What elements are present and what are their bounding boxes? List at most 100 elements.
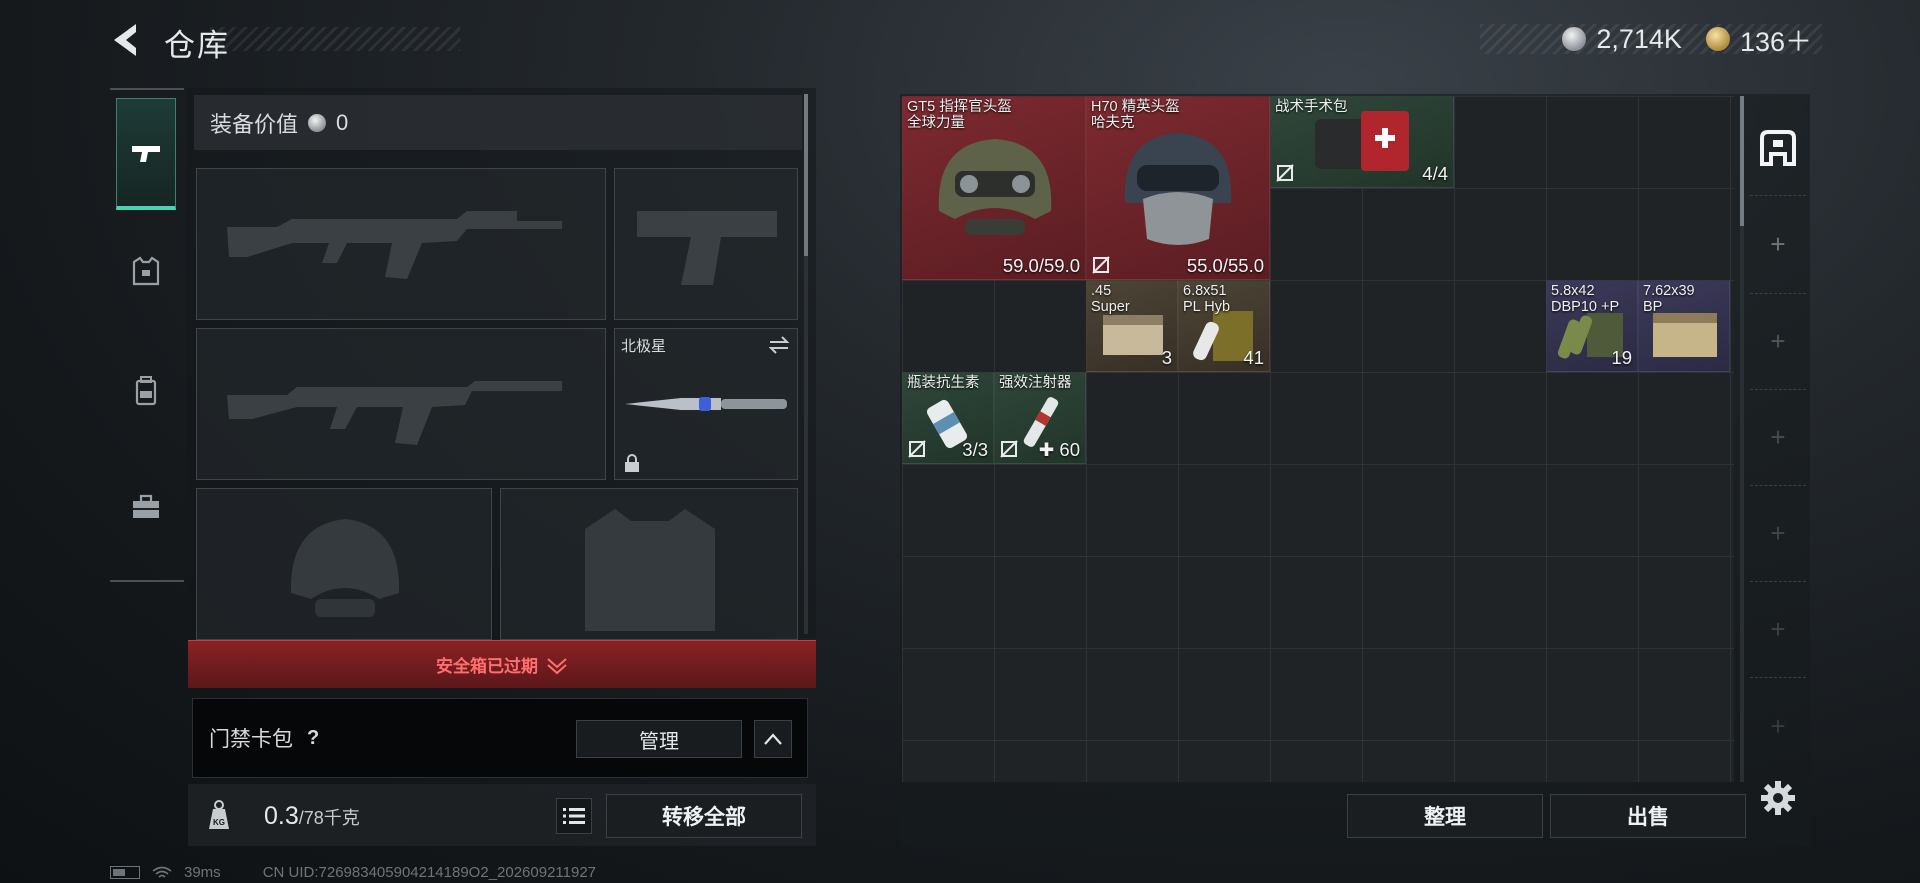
item-name: .45 Super [1091, 283, 1130, 315]
no-insurance-icon [1092, 256, 1110, 274]
gear-icon[interactable] [1760, 780, 1796, 816]
melee-slot[interactable]: 北极星 [614, 328, 798, 480]
double-chevron-down-icon [547, 657, 567, 674]
add-storage-tab-button[interactable]: + [1750, 294, 1806, 390]
no-insurance-icon [1000, 440, 1018, 458]
item-name: 强效注射器 [999, 375, 1072, 391]
transfer-all-button[interactable]: 转移全部 [606, 794, 802, 838]
item-h70-helmet[interactable]: H70 精英头盔 哈夫克 55.0/55.0 [1086, 96, 1270, 280]
tab-gear[interactable] [116, 216, 176, 326]
item-gt5-helmet[interactable]: GT5 指挥官头盔 全球力量 59.0/59.0 [902, 96, 1086, 280]
add-storage-tab-button[interactable]: + [1750, 196, 1806, 294]
safe-box-expired-banner[interactable]: 安全箱已过期 [188, 640, 816, 688]
swap-arrows-icon[interactable] [767, 335, 791, 355]
item-quantity: 41 [1243, 347, 1264, 368]
plus-icon: + [1770, 614, 1786, 644]
item-name: 6.8x51 PL Hyb [1183, 283, 1231, 315]
loadout-side-tabs [110, 88, 184, 582]
tab-weapons[interactable] [116, 98, 176, 210]
item-name: 5.8x42 DBP10 +P [1551, 283, 1620, 315]
add-storage-tab-button[interactable]: + [1750, 486, 1806, 582]
sell-button[interactable]: 出售 [1550, 794, 1746, 838]
armor-silhouette-icon [585, 509, 715, 631]
storage-tabs: + + + + + + [1750, 100, 1806, 750]
add-storage-tab-button[interactable]: + [1750, 582, 1806, 678]
weight-display: 0.3/78千克 [264, 802, 360, 831]
vest-icon [132, 256, 160, 286]
item-heal-amount: ✚ 60 [1038, 439, 1080, 460]
armor-slot[interactable] [500, 488, 798, 640]
back-arrow-icon[interactable] [108, 20, 144, 60]
tab-main-storage[interactable] [1750, 100, 1806, 196]
item-durability: 55.0/55.0 [1186, 255, 1264, 276]
item-potent-injector[interactable]: 强效注射器 ✚ 60 [994, 372, 1086, 464]
item-58x42-ammo[interactable]: 5.8x42 DBP10 +P 19 [1546, 280, 1638, 372]
item-name: GT5 指挥官头盔 全球力量 [907, 99, 1012, 131]
add-storage-tab-button[interactable]: + [1750, 678, 1806, 774]
helmet-silhouette-icon [290, 519, 400, 617]
item-durability: 59.0/59.0 [1002, 255, 1080, 276]
briefcase-icon [133, 494, 159, 518]
item-name: 7.62x39 BP [1643, 283, 1695, 315]
item-45-super-ammo[interactable]: .45 Super 3 [1086, 280, 1178, 372]
knife-icon [625, 397, 787, 411]
list-view-button[interactable] [556, 798, 592, 834]
silver-coin-icon [1562, 27, 1587, 51]
ammo-box-icon [1653, 313, 1717, 357]
sort-button[interactable]: 整理 [1347, 794, 1543, 838]
ammo-box-icon [1103, 315, 1163, 355]
plus-icon: + [1770, 518, 1786, 548]
tab-toolbox[interactable] [116, 452, 176, 562]
manage-button[interactable]: 管理 [576, 720, 742, 758]
list-icon [563, 808, 585, 824]
collapse-button[interactable] [754, 720, 792, 758]
title-stripe [210, 27, 460, 51]
helmet-icon [1124, 133, 1232, 245]
plus-icon: ✚ [1038, 439, 1055, 460]
chevron-up-icon [764, 733, 782, 745]
no-insurance-icon [908, 440, 926, 458]
item-762x39-ammo[interactable]: 7.62x39 BP [1638, 280, 1730, 372]
wifi-icon [152, 866, 172, 878]
melee-name: 北极星 [621, 338, 667, 355]
silver-currency-value: 2,714K [1596, 23, 1682, 54]
svg-text:KG: KG [213, 818, 225, 827]
helmet-slot[interactable] [196, 488, 492, 640]
storage-scrollbar[interactable] [1740, 96, 1744, 782]
item-68x51-ammo[interactable]: 6.8x51 PL Hyb 41 [1178, 280, 1270, 372]
item-bottled-antibiotics[interactable]: 瓶装抗生素 3/3 [902, 372, 994, 464]
loadout-scrollbar[interactable] [804, 94, 808, 634]
item-tactical-surgery-kit[interactable]: 战术手术包 4/4 [1270, 96, 1454, 188]
plus-icon: + [1770, 229, 1786, 259]
user-uid: CN UID:726983405904214189O2_202609211927 [262, 864, 597, 881]
tab-backpack[interactable] [116, 336, 176, 446]
add-storage-tab-button[interactable]: + [1750, 390, 1806, 486]
primary-weapon-slot[interactable] [196, 168, 606, 320]
weight-max: /78千克 [298, 808, 360, 828]
plus-icon: + [1770, 422, 1786, 452]
no-insurance-icon [1276, 164, 1294, 182]
gold-currency-value[interactable]: 136＋ [1740, 20, 1812, 59]
item-quantity: 3 [1161, 347, 1172, 368]
pistol-icon [132, 145, 160, 162]
ping-value: 39ms [184, 864, 221, 881]
rifle-silhouette-icon [227, 381, 562, 445]
item-quantity: 19 [1611, 347, 1632, 368]
page-title: 仓库 [164, 28, 230, 63]
item-name: 战术手术包 [1275, 99, 1348, 115]
silver-coin-icon [308, 113, 327, 132]
keycard-label: 门禁卡包 [209, 728, 293, 751]
equip-value-label: 装备价值 [210, 111, 299, 137]
storage-grid[interactable]: GT5 指挥官头盔 全球力量 59.0/59.0 H70 精英头盔 哈夫克 55.0… [902, 96, 1734, 782]
equip-value-bar: 装备价值 0 [194, 95, 802, 150]
plus-icon: + [1770, 326, 1786, 356]
secondary-weapon-slot[interactable] [196, 328, 606, 480]
item-uses: 3/3 [962, 439, 988, 460]
item-uses: 4/4 [1422, 163, 1448, 184]
first-aid-kit-icon [1315, 111, 1409, 171]
item-name: 瓶装抗生素 [907, 375, 980, 391]
status-bar: 39ms CN UID:726983405904214189O2_2026092… [110, 864, 596, 881]
help-icon[interactable]: ? [307, 727, 319, 750]
weight-current: 0.3 [264, 802, 299, 830]
pistol-slot[interactable] [614, 168, 798, 320]
